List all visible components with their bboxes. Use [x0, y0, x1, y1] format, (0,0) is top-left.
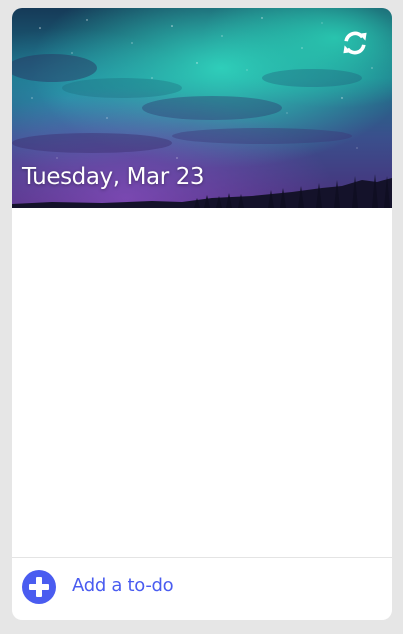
- date-heading: Tuesday, Mar 23: [22, 164, 205, 190]
- add-todo-button[interactable]: Add a to-do: [12, 558, 392, 620]
- todo-list: [12, 208, 392, 557]
- todo-card: Tuesday, Mar 23 Add a to-do: [12, 8, 392, 620]
- add-todo-label[interactable]: Add a to-do: [72, 575, 174, 596]
- header-image: Tuesday, Mar 23: [12, 8, 392, 208]
- refresh-icon[interactable]: [340, 28, 370, 58]
- plus-circle-icon[interactable]: [22, 570, 56, 604]
